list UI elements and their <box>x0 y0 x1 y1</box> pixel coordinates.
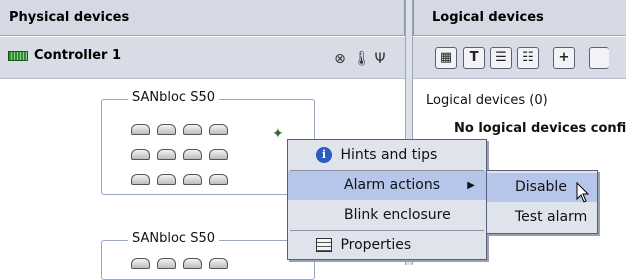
disk-icon[interactable] <box>157 124 176 135</box>
disk-icon[interactable] <box>209 124 228 135</box>
fan-icon[interactable]: Ψ <box>373 51 387 67</box>
alarm-off-icon[interactable]: ⊗ <box>333 51 347 67</box>
menu-item-label: Blink enclosure <box>344 207 451 223</box>
disk-icon[interactable] <box>183 258 202 269</box>
add-icon[interactable]: + <box>553 47 575 69</box>
disk-icon[interactable] <box>183 174 202 185</box>
logical-devices-count: Logical devices (0) <box>426 93 548 108</box>
disk-icon[interactable] <box>183 149 202 160</box>
menu-item-label: Test alarm <box>515 209 588 225</box>
enclosure-status-icon[interactable]: ✦ <box>272 126 284 142</box>
no-devices-message: No logical devices confi <box>454 121 626 136</box>
physical-devices-header: Physical devices <box>0 0 405 36</box>
controller-label: Controller 1 <box>34 48 121 63</box>
enclosure-title: SANbloc S50 <box>128 231 220 246</box>
disk-icon[interactable] <box>131 174 150 185</box>
logical-devices-header: Logical devices <box>413 0 626 36</box>
thermometer-icon[interactable]: 🌡 <box>353 51 371 67</box>
disk-icon[interactable] <box>157 174 176 185</box>
disk-icon[interactable] <box>157 258 176 269</box>
disk-icon[interactable] <box>209 149 228 160</box>
disk-icon[interactable] <box>131 258 150 269</box>
submenu-arrow-icon: ▶ <box>467 180 475 191</box>
logical-devices-title: Logical devices <box>432 10 544 25</box>
controller-toolbar: Controller 1 ⊗ 🌡 Ψ <box>0 37 405 79</box>
menu-item-alarm-actions[interactable]: Alarm actions ▶ <box>288 171 486 200</box>
logical-toolbar: ▦ T ☰ ☷ + <box>413 37 626 79</box>
submenu-item-test-alarm[interactable]: Test alarm <box>487 203 597 232</box>
disk-icon[interactable] <box>131 149 150 160</box>
menu-item-label: Disable <box>515 179 567 195</box>
menu-item-properties[interactable]: Properties <box>288 231 486 260</box>
enclosure-title: SANbloc S50 <box>128 90 220 105</box>
more-toolbar-button[interactable] <box>589 47 609 69</box>
menu-item-label: Alarm actions <box>344 177 441 193</box>
text-icon[interactable]: T <box>463 47 485 69</box>
disk-icon[interactable]: ▦ <box>435 47 457 69</box>
physical-devices-title: Physical devices <box>9 10 130 25</box>
mouse-cursor-icon <box>576 182 590 203</box>
disk-icon[interactable] <box>157 149 176 160</box>
context-menu: i Hints and tips Alarm actions ▶ Blink e… <box>287 139 487 260</box>
menu-item-blink-enclosure[interactable]: Blink enclosure <box>288 201 486 230</box>
menu-item-label: Properties <box>340 237 412 253</box>
disk-icon[interactable] <box>183 124 202 135</box>
controller-item[interactable]: Controller 1 <box>8 48 121 63</box>
list-icon[interactable]: ☰ <box>490 47 512 69</box>
list-alt-icon[interactable]: ☷ <box>517 47 539 69</box>
controller-card-icon <box>8 50 28 61</box>
disk-icon[interactable] <box>209 174 228 185</box>
menu-item-label: Hints and tips <box>340 147 438 163</box>
info-icon: i <box>316 147 332 163</box>
properties-icon <box>316 238 332 252</box>
disk-icon[interactable] <box>209 258 228 269</box>
disk-icon[interactable] <box>131 124 150 135</box>
menu-item-hints[interactable]: i Hints and tips <box>288 141 486 170</box>
